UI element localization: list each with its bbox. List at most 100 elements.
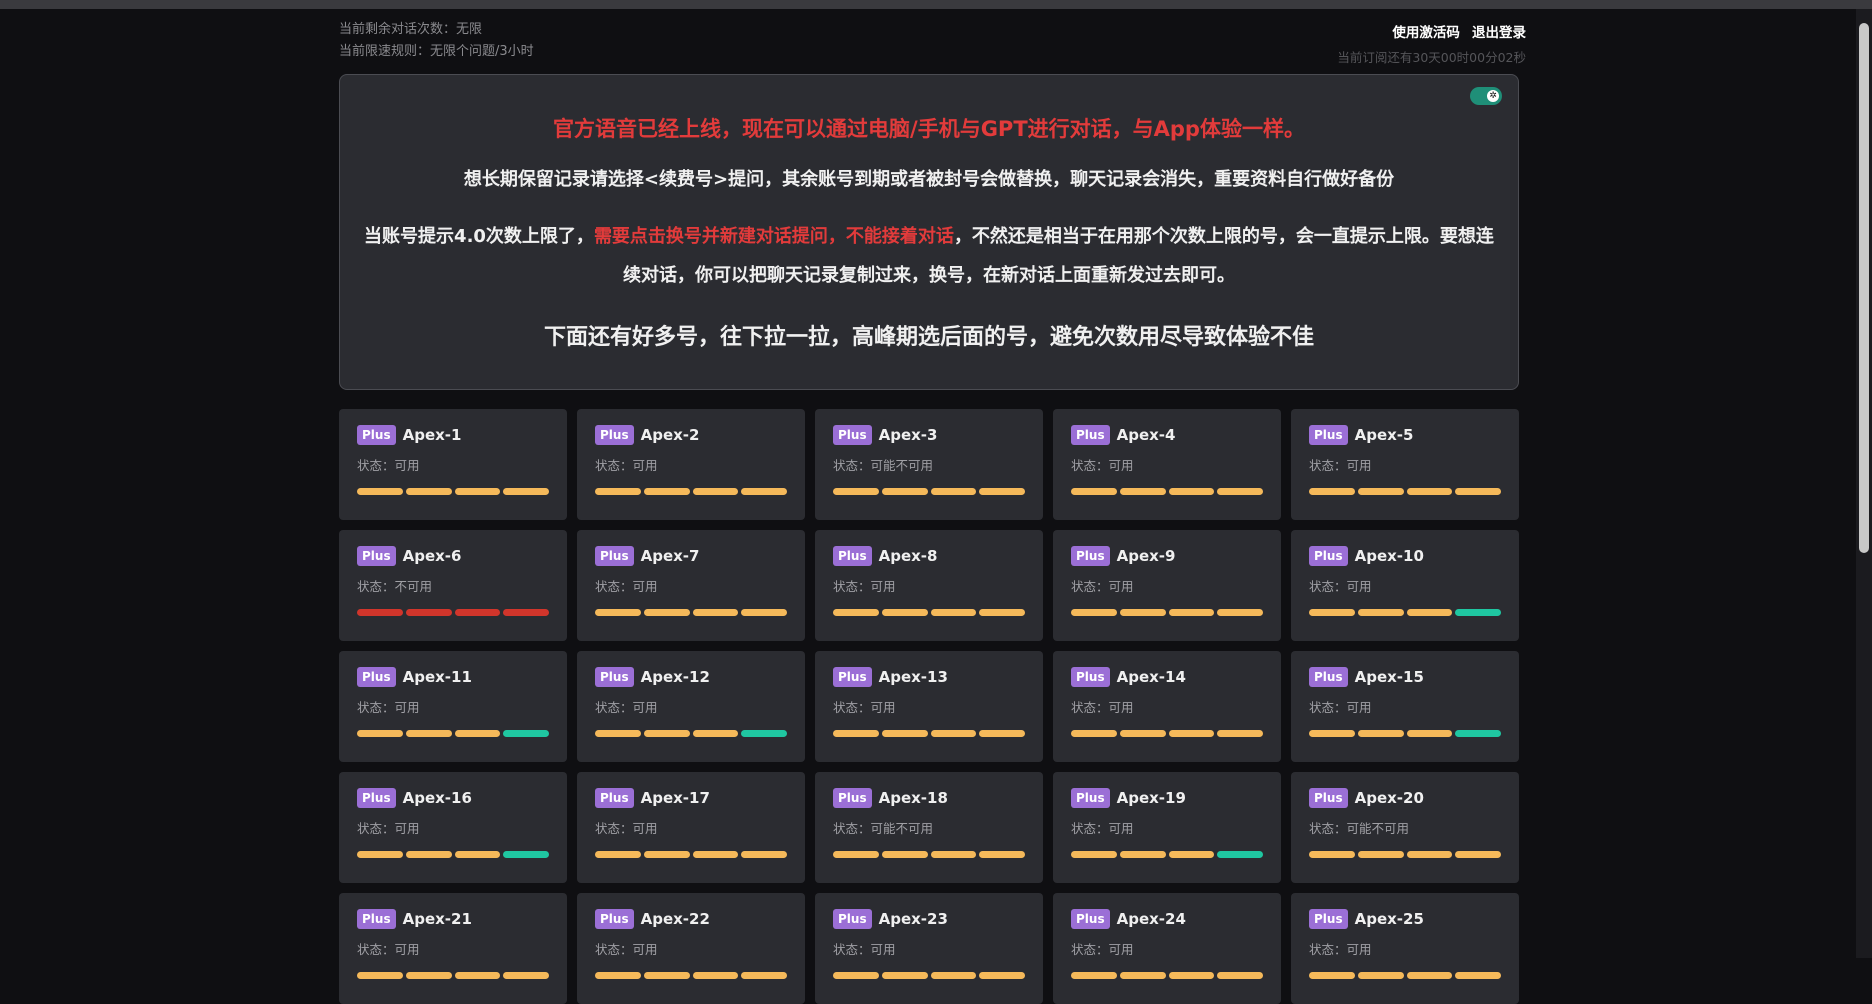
usage-bar-segment xyxy=(1071,488,1117,495)
account-card[interactable]: Plus Apex-19 状态：可用 xyxy=(1053,772,1281,883)
usage-bars xyxy=(1309,609,1501,616)
account-card[interactable]: Plus Apex-7 状态：可用 xyxy=(577,530,805,641)
usage-bar-segment xyxy=(1357,609,1404,616)
usage-bar-segment xyxy=(595,488,641,495)
account-card[interactable]: Plus Apex-6 状态：不可用 xyxy=(339,530,567,641)
account-status: 状态：可用 xyxy=(1071,821,1134,836)
usage-bars xyxy=(357,730,549,737)
usage-bar-segment xyxy=(833,730,879,737)
account-card-header: Plus Apex-14 xyxy=(1071,667,1263,687)
usage-bar-segment xyxy=(881,609,928,616)
account-card-header: Plus Apex-21 xyxy=(357,909,549,929)
usage-bar-segment xyxy=(930,972,977,979)
account-card[interactable]: Plus Apex-4 状态：可用 xyxy=(1053,409,1281,520)
usage-bar-segment xyxy=(881,488,928,495)
account-name: Apex-24 xyxy=(1116,910,1186,928)
plus-badge: Plus xyxy=(1071,788,1110,808)
scrollbar-track[interactable] xyxy=(1856,9,1872,958)
account-status: 状态：可用 xyxy=(357,942,420,957)
account-card[interactable]: Plus Apex-14 状态：可用 xyxy=(1053,651,1281,762)
account-status: 状态：可能不可用 xyxy=(1309,821,1410,836)
account-card-header: Plus Apex-23 xyxy=(833,909,1025,929)
scrollbar-thumb[interactable] xyxy=(1859,23,1869,553)
announcement-limit-part1: 当账号提示4.0次数上限了， xyxy=(364,226,594,247)
plus-badge: Plus xyxy=(1309,667,1348,687)
usage-bar-segment xyxy=(979,730,1025,737)
account-status: 状态：可用 xyxy=(1309,700,1372,715)
usage-bar-segment xyxy=(930,851,977,858)
usage-bar-segment xyxy=(357,972,403,979)
usage-bars xyxy=(1071,972,1263,979)
account-card[interactable]: Plus Apex-3 状态：可能不可用 xyxy=(815,409,1043,520)
account-card[interactable]: Plus Apex-21 状态：可用 xyxy=(339,893,567,1004)
account-card[interactable]: Plus Apex-24 状态：可用 xyxy=(1053,893,1281,1004)
account-name: Apex-11 xyxy=(402,668,472,686)
account-card-header: Plus Apex-5 xyxy=(1309,425,1501,445)
usage-bar-segment xyxy=(1168,488,1215,495)
account-status: 状态：可用 xyxy=(833,942,896,957)
usage-bars xyxy=(1309,972,1501,979)
plus-badge: Plus xyxy=(1309,546,1348,566)
account-status: 状态：可用 xyxy=(833,700,896,715)
usage-bar-segment xyxy=(454,851,501,858)
account-card[interactable]: Plus Apex-1 状态：可用 xyxy=(339,409,567,520)
account-card[interactable]: Plus Apex-12 状态：可用 xyxy=(577,651,805,762)
usage-bar-segment xyxy=(1309,488,1355,495)
account-name: Apex-14 xyxy=(1116,668,1186,686)
plus-badge: Plus xyxy=(357,667,396,687)
account-status: 状态：可用 xyxy=(357,821,420,836)
account-name: Apex-3 xyxy=(878,426,938,444)
account-card-header: Plus Apex-22 xyxy=(595,909,787,929)
usage-bars xyxy=(1309,851,1501,858)
logout-link[interactable]: 退出登录 xyxy=(1472,25,1526,41)
account-card[interactable]: Plus Apex-17 状态：可用 xyxy=(577,772,805,883)
account-card[interactable]: Plus Apex-13 状态：可用 xyxy=(815,651,1043,762)
usage-bar-segment xyxy=(741,609,787,616)
subscription-countdown: 当前订阅还有30天00时00分02秒 xyxy=(1337,50,1526,65)
account-status: 状态：可用 xyxy=(357,700,420,715)
usage-bar-segment xyxy=(405,972,452,979)
usage-bars xyxy=(833,972,1025,979)
usage-bar-segment xyxy=(1071,972,1117,979)
usage-bar-segment xyxy=(930,488,977,495)
usage-bars xyxy=(1071,730,1263,737)
usage-bars xyxy=(595,972,787,979)
announcement-renewal: 想长期保留记录请选择<续费号>提问，其余账号到期或者被封号会做替换，聊天记录会消… xyxy=(463,169,1395,190)
account-name: Apex-5 xyxy=(1354,426,1414,444)
account-card[interactable]: Plus Apex-2 状态：可用 xyxy=(577,409,805,520)
usage-bar-segment xyxy=(979,609,1025,616)
usage-bar-segment xyxy=(833,609,879,616)
header-links: 使用激活码 退出登录 xyxy=(1337,21,1526,41)
activate-code-link[interactable]: 使用激活码 xyxy=(1392,25,1460,41)
account-status: 状态：可用 xyxy=(1309,942,1372,957)
account-card[interactable]: Plus Apex-11 状态：可用 xyxy=(339,651,567,762)
usage-bar-segment xyxy=(643,609,690,616)
account-card[interactable]: Plus Apex-23 状态：可用 xyxy=(815,893,1043,1004)
account-card[interactable]: Plus Apex-22 状态：可用 xyxy=(577,893,805,1004)
plus-badge: Plus xyxy=(833,788,872,808)
plus-badge: Plus xyxy=(1309,425,1348,445)
account-grid: Plus Apex-1 状态：可用 Plus Apex-2 状态：可用 Plus… xyxy=(339,409,1525,1004)
account-card[interactable]: Plus Apex-9 状态：可用 xyxy=(1053,530,1281,641)
account-name: Apex-10 xyxy=(1354,547,1424,565)
account-card[interactable]: Plus Apex-5 状态：可用 xyxy=(1291,409,1519,520)
usage-bar-segment xyxy=(1309,730,1355,737)
account-name: Apex-12 xyxy=(640,668,710,686)
theme-toggle[interactable]: ✲ xyxy=(1470,87,1502,105)
account-card[interactable]: Plus Apex-10 状态：可用 xyxy=(1291,530,1519,641)
account-card[interactable]: Plus Apex-15 状态：可用 xyxy=(1291,651,1519,762)
usage-bar-segment xyxy=(454,488,501,495)
usage-bar-segment xyxy=(741,851,787,858)
account-card[interactable]: Plus Apex-16 状态：可用 xyxy=(339,772,567,883)
account-name: Apex-25 xyxy=(1354,910,1424,928)
user-actions: 使用激活码 退出登录 当前订阅还有30天00时00分02秒 xyxy=(1337,21,1526,66)
account-card[interactable]: Plus Apex-25 状态：可用 xyxy=(1291,893,1519,1004)
account-card[interactable]: Plus Apex-18 状态：可能不可用 xyxy=(815,772,1043,883)
account-status: 状态：可用 xyxy=(1071,579,1134,594)
account-card[interactable]: Plus Apex-8 状态：可用 xyxy=(815,530,1043,641)
account-card[interactable]: Plus Apex-20 状态：可能不可用 xyxy=(1291,772,1519,883)
usage-bar-segment xyxy=(1455,488,1501,495)
usage-bar-segment xyxy=(1455,730,1501,737)
plus-badge: Plus xyxy=(357,788,396,808)
account-status: 状态：可用 xyxy=(1071,458,1134,473)
